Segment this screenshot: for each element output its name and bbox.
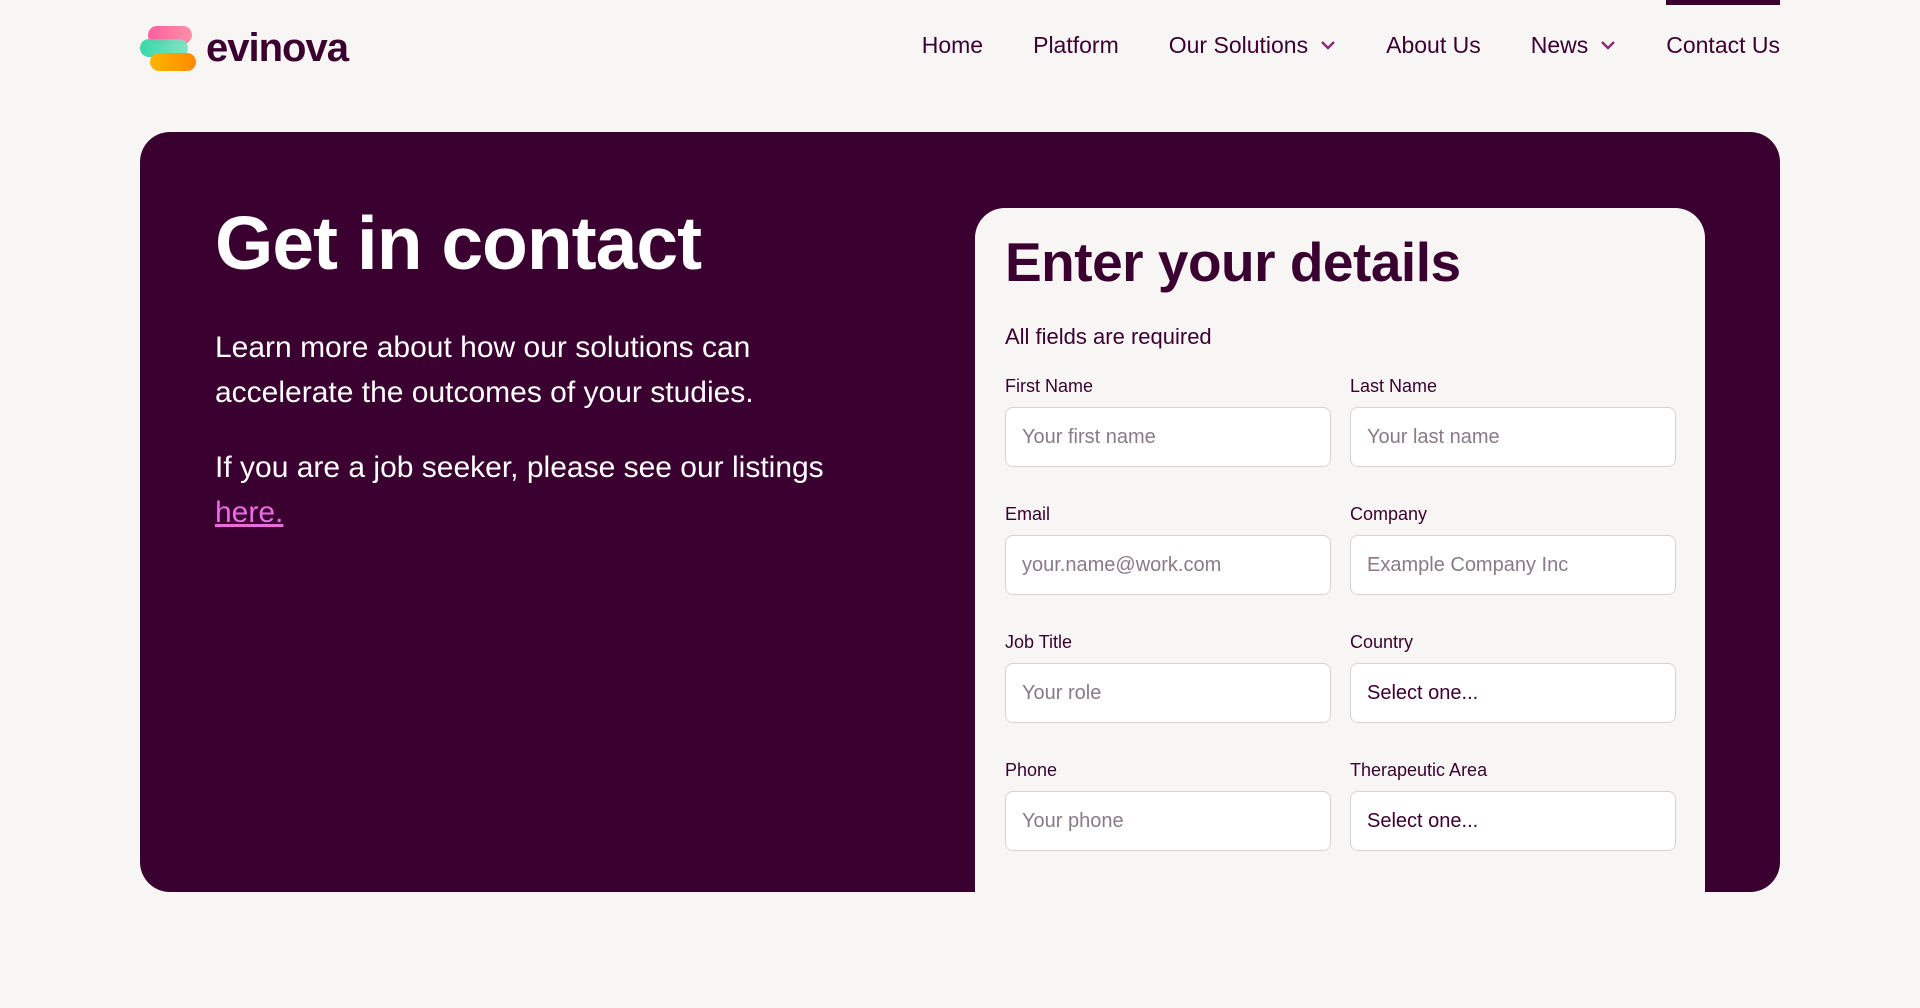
job-seeker-label: If you are a job seeker, please see our … xyxy=(215,450,824,484)
email-input[interactable] xyxy=(1005,535,1331,595)
nav-item-home[interactable]: Home xyxy=(922,0,983,90)
hero-intro: Learn more about how our solutions can a… xyxy=(215,330,754,409)
nav-label: Contact Us xyxy=(1666,31,1780,58)
last-name-field-group: Last Name xyxy=(1350,376,1676,467)
last-name-input[interactable] xyxy=(1350,407,1676,467)
logo-text: evinova xyxy=(206,25,349,70)
country-field-group: Country Select one... xyxy=(1350,632,1676,723)
phone-input[interactable] xyxy=(1005,791,1331,851)
logo[interactable]: evinova xyxy=(140,24,349,72)
nav-item-platform[interactable]: Platform xyxy=(1033,0,1119,90)
job-title-label: Job Title xyxy=(1005,632,1073,652)
hero-text-block: Get in contact Learn more about how our … xyxy=(215,202,855,535)
job-title-field-group: Job Title xyxy=(1005,632,1331,723)
first-name-input[interactable] xyxy=(1005,407,1331,467)
job-title-input[interactable] xyxy=(1005,663,1331,723)
site-header: evinova Home Platform Our Solutions Abou… xyxy=(0,0,1920,90)
therapeutic-area-label: Therapeutic Area xyxy=(1350,760,1488,780)
company-label: Company xyxy=(1350,504,1428,524)
last-name-label: Last Name xyxy=(1350,376,1438,396)
job-listings-link[interactable]: here. xyxy=(215,496,283,529)
therapeutic-area-select[interactable]: Select one... xyxy=(1350,791,1676,851)
nav-label: Home xyxy=(921,31,984,58)
phone-field-group: Phone xyxy=(1005,760,1331,851)
email-field-group: Email xyxy=(1005,504,1331,595)
nav-label: Platform xyxy=(1033,31,1119,58)
page-title: Get in contact xyxy=(215,201,702,285)
phone-label: Phone xyxy=(1005,760,1058,780)
form-title: Enter your details xyxy=(1005,231,1461,293)
country-label: Country xyxy=(1350,632,1414,652)
nav-item-our-solutions[interactable]: Our Solutions xyxy=(1169,0,1336,90)
nav-label: News xyxy=(1530,31,1589,58)
contact-hero: Get in contact Learn more about how our … xyxy=(140,132,1780,1008)
job-seeker-text: If you are a job seeker, please see our … xyxy=(215,445,855,535)
main-nav: Home Platform Our Solutions About Us New… xyxy=(872,0,1780,90)
company-input[interactable] xyxy=(1350,535,1676,595)
nav-label: About Us xyxy=(1386,31,1481,58)
nav-item-contact-us[interactable]: Contact Us xyxy=(1666,0,1780,90)
nav-item-news[interactable]: News xyxy=(1531,0,1617,90)
first-name-label: First Name xyxy=(1005,376,1094,396)
email-label: Email xyxy=(1005,504,1051,524)
chevron-down-icon xyxy=(1321,41,1335,50)
company-field-group: Company xyxy=(1350,504,1676,595)
country-select[interactable]: Select one... xyxy=(1350,663,1676,723)
logo-mark-icon xyxy=(140,24,202,72)
therapeutic-area-field-group: Therapeutic Area Select one... xyxy=(1350,760,1676,851)
nav-item-about-us[interactable]: About Us xyxy=(1386,0,1481,90)
contact-form-card: Enter your details All fields are requir… xyxy=(975,208,1705,1008)
first-name-field-group: First Name xyxy=(1005,376,1331,467)
chevron-down-icon xyxy=(1601,41,1616,50)
form-required-note: All fields are required xyxy=(1005,324,1212,349)
nav-label: Our Solutions xyxy=(1168,31,1309,58)
